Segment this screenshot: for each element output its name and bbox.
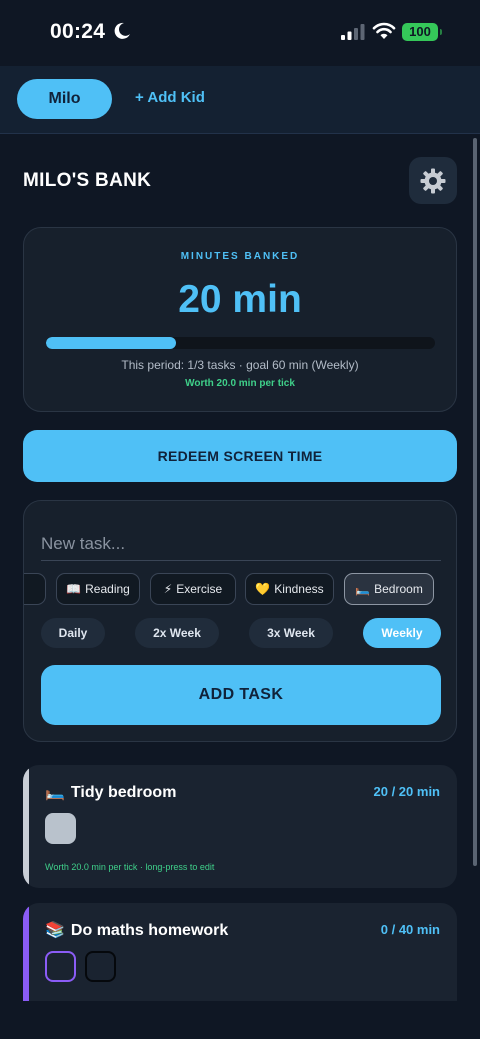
task-title: 📚 Do maths homework [45,920,228,940]
frequency-daily[interactable]: Daily [41,618,105,648]
task-title: 🛏️ Tidy bedroom [45,782,176,802]
new-task-card: 📖Reading ⚡Exercise 💛Kindness 🛏️Bedroom D… [23,500,457,742]
category-chip-kindness[interactable]: 💛 Kindness [245,573,334,605]
category-chip-exercise[interactable]: ⚡ Exercise [150,573,236,605]
bed-icon: 🛏️ [355,582,371,596]
period-progress-fill [46,337,176,349]
worth-per-tick: Worth 20.0 min per tick [185,378,295,389]
heart-icon: 💛 [255,582,271,596]
frequency-2x-week[interactable]: 2x Week [135,618,219,648]
minutes-banked-label: MINUTES BANKED [180,251,300,262]
minutes-banked-card: MINUTES BANKED 20 min This period: 1/3 t… [23,227,457,412]
task-item[interactable]: 🛏️ Tidy bedroom 20 / 20 min Worth 20.0 mi… [23,765,457,888]
kid-tab-milo[interactable]: Milo [17,79,112,119]
page-title: MILO'S BANK [23,170,152,191]
wifi-icon [372,22,396,39]
add-kid-button[interactable]: + Add Kid [135,89,205,106]
gear-icon [420,168,446,193]
books-icon: 📚 [45,922,65,939]
category-chip-label: Reading [85,582,130,596]
tick-box-empty[interactable] [85,951,116,982]
bottom-safe-area [0,1001,480,1039]
period-summary: This period: 1/3 tasks · goal 60 min (We… [121,358,359,372]
status-bar: 00:24 100 [0,0,480,66]
settings-button[interactable] [409,157,457,204]
task-title-text: Tidy bedroom [70,784,177,801]
category-chip-label: Bedroom [374,582,423,596]
cellular-signal-icon [341,24,365,40]
category-chip-label: Kindness [274,582,324,596]
task-title-text: Do maths homework [70,922,229,939]
category-chip-hidden[interactable] [24,573,46,605]
minutes-banked-value: 20 min [178,278,302,321]
kid-tab-bar: Milo + Add Kid [0,66,480,134]
lightning-icon: ⚡ [163,582,173,596]
add-task-button[interactable]: ADD TASK [41,665,441,725]
tick-box-done[interactable] [45,813,76,844]
redeem-screen-time-button[interactable]: REDEEM SCREEN TIME [23,430,457,482]
tick-box-current[interactable] [45,951,76,982]
battery-icon: 100 [402,23,442,41]
scrollbar[interactable] [473,138,477,866]
task-progress: 0 / 40 min [380,922,440,937]
task-progress: 20 / 20 min [373,784,440,799]
period-progress-bar [46,337,435,349]
frequency-weekly[interactable]: Weekly [363,618,441,648]
new-task-input[interactable] [41,527,441,561]
book-icon: 📖 [66,582,82,596]
category-chip-reading[interactable]: 📖 Reading [56,573,140,605]
category-chip-label: Exercise [176,582,223,596]
moon-icon [114,22,130,39]
task-accent-bar [23,765,29,888]
category-chip-bedroom[interactable]: 🛏️ Bedroom [344,573,434,605]
bed-icon: 🛏️ [45,784,65,801]
task-hint: Worth 20.0 min per tick · long-press to … [45,862,215,872]
frequency-3x-week[interactable]: 3x Week [249,618,333,648]
status-time: 00:24 [50,20,106,43]
